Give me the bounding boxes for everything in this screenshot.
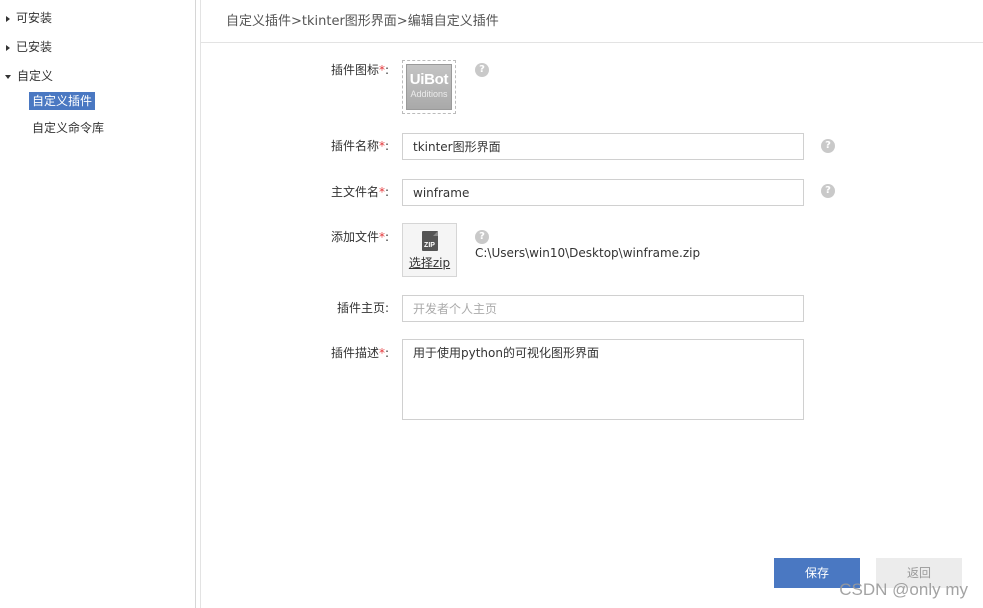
description-label: 插件描述*: bbox=[330, 346, 389, 360]
help-icon[interactable]: ? bbox=[821, 184, 835, 198]
main-panel: 自定义插件>tkinter图形界面>编辑自定义插件 插件图标*: UiBot A… bbox=[200, 0, 983, 608]
help-icon[interactable]: ? bbox=[475, 230, 489, 244]
plugin-icon-label: 插件图标*: bbox=[330, 63, 389, 77]
selected-file-path: C:\Users\win10\Desktop\winframe.zip bbox=[475, 246, 701, 260]
tree-item-installed[interactable]: 已安装 bbox=[0, 38, 52, 56]
choose-zip-button[interactable]: ZIP 选择zip bbox=[402, 223, 457, 277]
caret-right-icon bbox=[6, 15, 10, 22]
sidebar-tree: 可安装 已安装 自定义 自定义插件 自定义命令库 bbox=[0, 0, 196, 608]
uibot-logo-icon: UiBot Additions bbox=[406, 64, 452, 110]
tree-item-label: 自定义 bbox=[17, 69, 54, 83]
help-icon[interactable]: ? bbox=[821, 139, 835, 153]
plugin-name-label: 插件名称*: bbox=[330, 139, 389, 153]
caret-right-icon bbox=[6, 44, 10, 51]
watermark: CSDN @only my bbox=[839, 580, 968, 599]
zip-file-icon: ZIP bbox=[421, 231, 438, 251]
caret-down-icon bbox=[5, 74, 11, 79]
tree-item-custom-command-library[interactable]: 自定义命令库 bbox=[29, 119, 107, 137]
tree-item-custom-plugins[interactable]: 自定义插件 bbox=[29, 92, 96, 110]
tree-item-installable[interactable]: 可安装 bbox=[0, 9, 52, 27]
homepage-input[interactable] bbox=[402, 295, 804, 322]
main-file-input[interactable] bbox=[402, 179, 804, 206]
tree-item-label: 已安装 bbox=[16, 40, 53, 54]
plugin-icon-upload[interactable]: UiBot Additions bbox=[402, 60, 456, 114]
homepage-label: 插件主页: bbox=[336, 301, 389, 315]
choose-zip-label: 选择zip bbox=[408, 256, 451, 270]
main-file-label: 主文件名*: bbox=[330, 185, 389, 199]
tree-item-custom[interactable]: 自定义 bbox=[0, 67, 53, 85]
tree-item-label: 可安装 bbox=[16, 11, 53, 25]
breadcrumb: 自定义插件>tkinter图形界面>编辑自定义插件 bbox=[201, 0, 983, 43]
add-file-label: 添加文件*: bbox=[330, 230, 389, 244]
description-textarea[interactable]: 用于使用python的可视化图形界面 bbox=[402, 339, 804, 420]
plugin-name-input[interactable] bbox=[402, 133, 804, 160]
help-icon[interactable]: ? bbox=[475, 63, 489, 77]
